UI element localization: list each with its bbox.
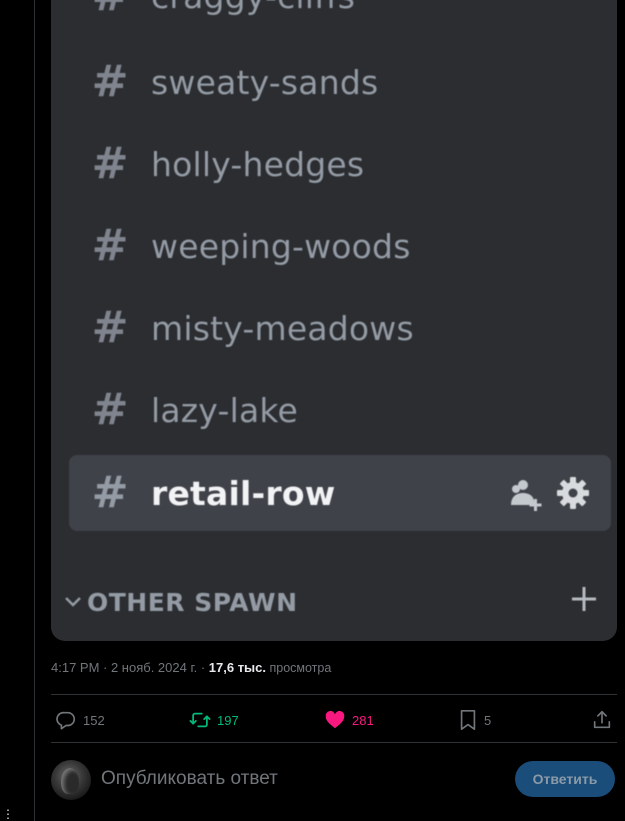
hash-icon: # — [69, 0, 151, 18]
channel-retail-row-active: # retail-row — [69, 455, 611, 531]
heart-icon — [324, 709, 346, 731]
channel-weeping-woods: # weeping-woods — [69, 208, 611, 284]
reply-button[interactable]: 152 — [55, 700, 105, 740]
channel-actions — [507, 475, 591, 516]
channel-name: lazy-lake — [151, 390, 298, 430]
channel-category: OTHER SPAWN — [59, 582, 599, 622]
reply-icon — [55, 709, 77, 731]
bookmark-count: 5 — [484, 712, 492, 728]
hash-icon: # — [91, 220, 129, 271]
channel-misty-meadows: # misty-meadows — [69, 290, 611, 366]
reply-count: 152 — [83, 712, 105, 728]
like-button[interactable]: 281 — [324, 700, 374, 740]
channel-lazy-lake: # lazy-lake — [69, 372, 611, 448]
channel-name: misty-meadows — [151, 308, 414, 348]
timestamp[interactable]: 4:17 PM · 2 нояб. 2024 г. · — [51, 660, 209, 675]
plus-icon — [569, 584, 599, 619]
channel-name: holly-hedges — [151, 144, 365, 184]
like-count: 281 — [352, 712, 374, 728]
channel-sweaty-sands: # sweaty-sands — [69, 44, 611, 120]
channel-craggy-cliffs: # craggy-cliffs — [69, 0, 611, 34]
chevron-down-icon — [59, 596, 87, 608]
divider — [51, 742, 617, 743]
share-icon — [591, 709, 613, 731]
channel-name: craggy-cliffs — [151, 0, 355, 16]
channel-name: sweaty-sands — [151, 62, 379, 102]
category-label: OTHER SPAWN — [87, 587, 298, 617]
views-count: 17,6 тыс. — [208, 660, 267, 675]
channel-name: retail-row — [151, 473, 336, 513]
repost-icon — [189, 709, 211, 731]
repost-count: 197 — [217, 712, 239, 728]
share-button[interactable] — [591, 700, 613, 740]
hash-icon: # — [91, 302, 129, 353]
divider — [51, 694, 617, 695]
tweet-actions: 152 197 281 5 — [51, 700, 617, 740]
tweet-metadata: 4:17 PM · 2 нояб. 2024 г. · 17,6 тыс. пр… — [51, 660, 331, 675]
hash-icon: # — [91, 138, 129, 189]
reply-input[interactable] — [101, 768, 481, 790]
embedded-discord-screenshot[interactable]: # craggy-cliffs # sweaty-sands # holly-h… — [51, 0, 617, 641]
reply-composer: Ответить — [51, 758, 617, 804]
bookmark-button[interactable]: 5 — [458, 700, 491, 740]
left-rail — [0, 0, 35, 821]
reply-submit-button[interactable]: Ответить — [515, 761, 615, 797]
gear-icon — [555, 475, 591, 516]
hash-icon: # — [91, 467, 129, 518]
more-dots-icon[interactable]: ⋮ — [2, 808, 14, 820]
avatar[interactable] — [51, 760, 91, 800]
bookmark-icon — [458, 709, 478, 731]
repost-button[interactable]: 197 — [189, 700, 239, 740]
hash-icon: # — [91, 56, 129, 107]
views-label: просмотра — [266, 661, 332, 675]
channel-name: weeping-woods — [151, 226, 411, 266]
channel-holly-hedges: # holly-hedges — [69, 126, 611, 202]
add-member-icon — [507, 475, 545, 516]
hash-icon: # — [91, 384, 129, 435]
